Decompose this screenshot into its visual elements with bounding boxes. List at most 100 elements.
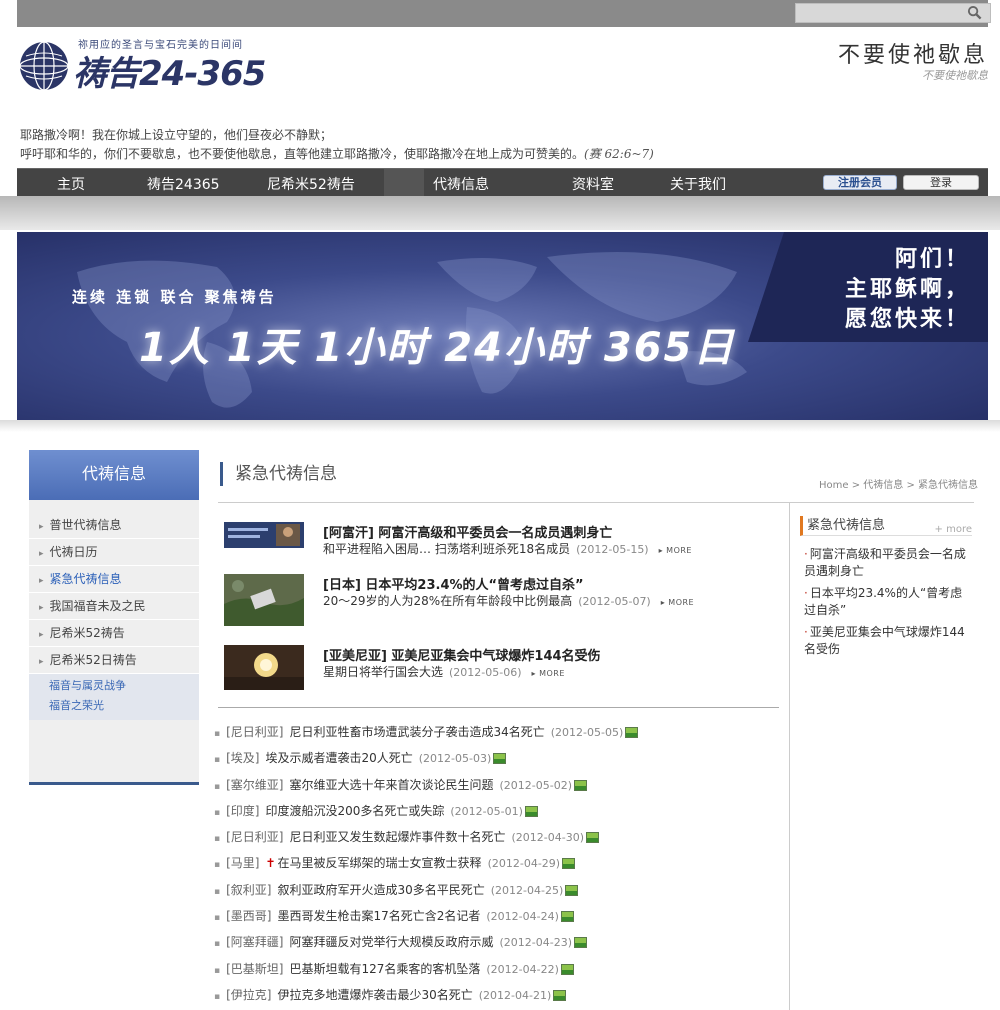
news-thumbnail[interactable]	[224, 645, 304, 690]
news-date: (2012-05-05)	[550, 726, 624, 739]
sidebar-item-urgent-prayer[interactable]: ▸ 紧急代祷信息	[29, 566, 199, 593]
more-link[interactable]: + more	[935, 520, 972, 539]
join-button[interactable]: 注册会员	[823, 175, 897, 190]
news-row[interactable]: ▪ [叙利亚] 叙利亚政府军开火造成30多名平民死亡 (2012-04-25)	[214, 877, 774, 903]
sidebar-menu: ▸ 普世代祷信息 ▸ 代祷日历 ▸ 紧急代祷信息 ▸ 我国福音未及之民 ▸ 尼希米52祷告…	[29, 512, 199, 720]
news-region: [阿塞拜疆]	[226, 935, 284, 950]
sidebar-subitem-gospel-glory[interactable]: 福音之荣光	[49, 696, 199, 716]
news-row[interactable]: ▪ [阿塞拜疆] 阿塞拜疆反对党举行大规模反政府示威 (2012-04-23)	[214, 929, 774, 955]
feature-item[interactable]: [亚美尼亚] 亚美尼亚集会中气球爆炸144名受伤 星期日将举行国会大选 (2012…	[224, 645, 779, 690]
news-row[interactable]: ▪ [尼日利亚] 尼日利亚又发生数起爆炸事件数十名死亡 (2012-04-30)	[214, 824, 774, 850]
bullet-icon: ▸	[39, 630, 44, 640]
search-icon[interactable]	[967, 5, 982, 20]
sidebar-item-nehemiah52-day[interactable]: ▸ 尼希米52日祷告	[29, 647, 199, 674]
nav-nehemiah52[interactable]: 尼希米52祷告	[267, 174, 355, 194]
site-logo[interactable]: 祢用应的圣言与宝石完美的日间间 祷告24-365	[18, 36, 278, 96]
news-date: (2012-04-24)	[486, 910, 559, 924]
news-title[interactable]: 尼日利亚牲畜市场遭武装分子袭击造成34名死亡	[289, 725, 544, 739]
news-thumbnail[interactable]	[224, 574, 304, 626]
nav-prayer-info[interactable]: 代祷信息	[433, 174, 489, 194]
amen-line-1: 阿们！	[894, 246, 970, 272]
globe-icon	[19, 41, 69, 91]
bullet-icon: ·	[804, 547, 808, 561]
news-region: [塞尔维亚]	[226, 777, 284, 792]
urgent-box-title: 紧急代祷信息	[807, 518, 886, 533]
banner-slogan: 连续 连锁 联合 聚焦祷告	[72, 288, 277, 306]
amen-line-2: 主耶稣啊，	[844, 276, 970, 302]
image-icon	[565, 884, 579, 896]
verse-line-1: 耶路撒冷啊！我在你城上设立守望的，他们昼夜必不静默；	[20, 128, 333, 142]
news-title[interactable]: 印度渡船沉没200多名死亡或失踪	[265, 804, 444, 818]
feature-summary: 和平进程陷入困局… 扫荡塔利班杀死18名成员 (2012-05-15) ▸ MORE	[323, 542, 692, 556]
news-region: [尼日利亚]	[226, 725, 284, 739]
more-link[interactable]: ▸ MORE	[659, 546, 692, 555]
list-item[interactable]: · 阿富汗高级和平委员会一名成员遇刺身亡	[804, 546, 972, 580]
login-button[interactable]: 登录	[903, 175, 979, 190]
scripture-verse: 耶路撒冷啊！我在你城上设立守望的，他们昼夜必不静默； 呼吁耶和华的，你们不要歇息…	[20, 126, 654, 164]
nav-home[interactable]: 主页	[57, 174, 85, 194]
bullet-icon: ▪	[214, 991, 221, 1002]
motto: 不要使祂歇息 不要使祂歇息	[838, 37, 988, 83]
search-input[interactable]	[795, 3, 991, 23]
sidebar-item-label: 尼希米52日祷告	[49, 653, 137, 667]
news-row[interactable]: ▪ [塞尔维亚] 塞尔维亚大选十年来首次谈论民生问题 (2012-05-02)	[214, 772, 774, 798]
news-title[interactable]: 尼日利亚又发生数起爆炸事件数十名死亡	[289, 830, 505, 844]
feature-summary: 星期日将举行国会大选 (2012-05-06) ▸ MORE	[323, 665, 565, 679]
bullet-icon: ▪	[214, 965, 221, 976]
image-icon	[524, 805, 538, 817]
news-row[interactable]: ▪ [马里] ✝ 在马里被反军绑架的瑞士女宣教士获释 (2012-04-29)	[214, 850, 774, 876]
image-icon	[586, 832, 600, 844]
hero-banner: 连续 连锁 联合 聚焦祷告 1人 1天 1小时 24小时 365日 阿们！ 主耶…	[17, 232, 988, 420]
sidebar-item-unreached[interactable]: ▸ 我国福音未及之民	[29, 593, 199, 620]
sidebar-item-label: 尼希米52祷告	[49, 626, 125, 640]
breadcrumb[interactable]: Home > 代祷信息 > 紧急代祷信息	[819, 476, 978, 491]
sidebar-item-global-prayer[interactable]: ▸ 普世代祷信息	[29, 512, 199, 539]
banner-headline: 1人 1天 1小时 24小时 365日	[139, 325, 736, 371]
news-date: (2012-05-02)	[499, 778, 573, 792]
sidebar-subitem-gospel-war[interactable]: 福音与属灵战争	[49, 676, 199, 696]
feature-title[interactable]: [阿富汗] 阿富汗高级和平委员会一名成员遇刺身亡	[323, 522, 612, 541]
banner-amen-text: 阿们！ 主耶稣啊， 愿您快来！	[845, 244, 970, 334]
news-title[interactable]: 墨西哥发生枪击案17名死亡含2名记者	[277, 909, 480, 923]
bullet-icon: ▪	[214, 886, 221, 897]
news-title[interactable]: 埃及示威者遭袭击20人死亡	[265, 751, 412, 765]
verse-reference: (赛 62:6~7)	[584, 147, 654, 161]
news-row[interactable]: ▪ [印度] 印度渡船沉没200多名死亡或失踪 (2012-05-01)	[214, 798, 774, 824]
more-link[interactable]: ▸ MORE	[532, 669, 565, 678]
feature-title[interactable]: [亚美尼亚] 亚美尼亚集会中气球爆炸144名受伤	[323, 645, 601, 664]
news-row[interactable]: ▪ [巴基斯坦] 巴基斯坦载有127名乘客的客机坠落 (2012-04-22)	[214, 956, 774, 982]
bullet-icon: ·	[804, 625, 808, 639]
news-title[interactable]: 伊拉克多地遭爆炸袭击最少30名死亡	[277, 988, 472, 1002]
sidebar: 代祷信息 ▸ 普世代祷信息 ▸ 代祷日历 ▸ 紧急代祷信息 ▸ 我国福音未及之民 ▸ 尼希…	[29, 450, 199, 785]
sidebar-item-label: 代祷日历	[49, 545, 98, 559]
image-icon	[574, 779, 588, 791]
urgent-list: · 阿富汗高级和平委员会一名成员遇刺身亡 · 日本平均23.4%的人“曾考虑过自杀”…	[800, 546, 972, 658]
news-row[interactable]: ▪ [尼日利亚] 尼日利亚牲畜市场遭武装分子袭击造成34名死亡 (2012-05-05…	[214, 719, 774, 745]
feature-item[interactable]: [日本] 日本平均23.4%的人“曾考虑过自杀” 20～29岁的人为28%在所有…	[224, 574, 779, 626]
nav-prayer24365[interactable]: 祷告24365	[147, 174, 220, 194]
news-title[interactable]: 叙利亚政府军开火造成30多名平民死亡	[277, 883, 484, 897]
feature-title[interactable]: [日本] 日本平均23.4%的人“曾考虑过自杀”	[323, 574, 584, 593]
sidebar-item-label: 普世代祷信息	[49, 518, 122, 532]
news-row[interactable]: ▪ [埃及] 埃及示威者遭袭击20人死亡 (2012-05-03)	[214, 745, 774, 771]
nav-divider	[384, 169, 424, 197]
news-date: (2012-04-21)	[478, 988, 552, 1002]
feature-item[interactable]: [阿富汗] 阿富汗高级和平委员会一名成员遇刺身亡 和平进程陷入困局… 扫荡塔利班…	[224, 522, 779, 556]
news-row[interactable]: ▪ [墨西哥] 墨西哥发生枪击案17名死亡含2名记者 (2012-04-24)	[214, 903, 774, 929]
motto-calligraphy: 不要使祂歇息	[837, 43, 988, 68]
nav-about[interactable]: 关于我们	[670, 174, 726, 194]
sidebar-item-prayer-calendar[interactable]: ▸ 代祷日历	[29, 539, 199, 566]
bullet-icon: ▸	[39, 549, 44, 559]
sidebar-item-nehemiah52[interactable]: ▸ 尼希米52祷告	[29, 620, 199, 647]
more-link[interactable]: ▸ MORE	[661, 598, 694, 607]
news-row[interactable]: ▪ [伊拉克] 伊拉克多地遭爆炸袭击最少30名死亡 (2012-04-21)	[214, 982, 774, 1008]
news-title[interactable]: 在马里被反军绑架的瑞士女宣教士获释	[278, 856, 482, 870]
news-title[interactable]: 塞尔维亚大选十年来首次谈论民生问题	[289, 778, 493, 792]
list-item[interactable]: · 亚美尼亚集会中气球爆炸144名受伤	[804, 624, 972, 658]
list-item[interactable]: · 日本平均23.4%的人“曾考虑过自杀”	[804, 585, 972, 619]
news-thumbnail[interactable]	[224, 522, 304, 548]
image-icon	[625, 727, 639, 738]
nav-resources[interactable]: 资料室	[572, 174, 614, 194]
news-title[interactable]: 阿塞拜疆反对党举行大规模反政府示威	[289, 935, 493, 949]
news-title[interactable]: 巴基斯坦载有127名乘客的客机坠落	[289, 962, 480, 976]
